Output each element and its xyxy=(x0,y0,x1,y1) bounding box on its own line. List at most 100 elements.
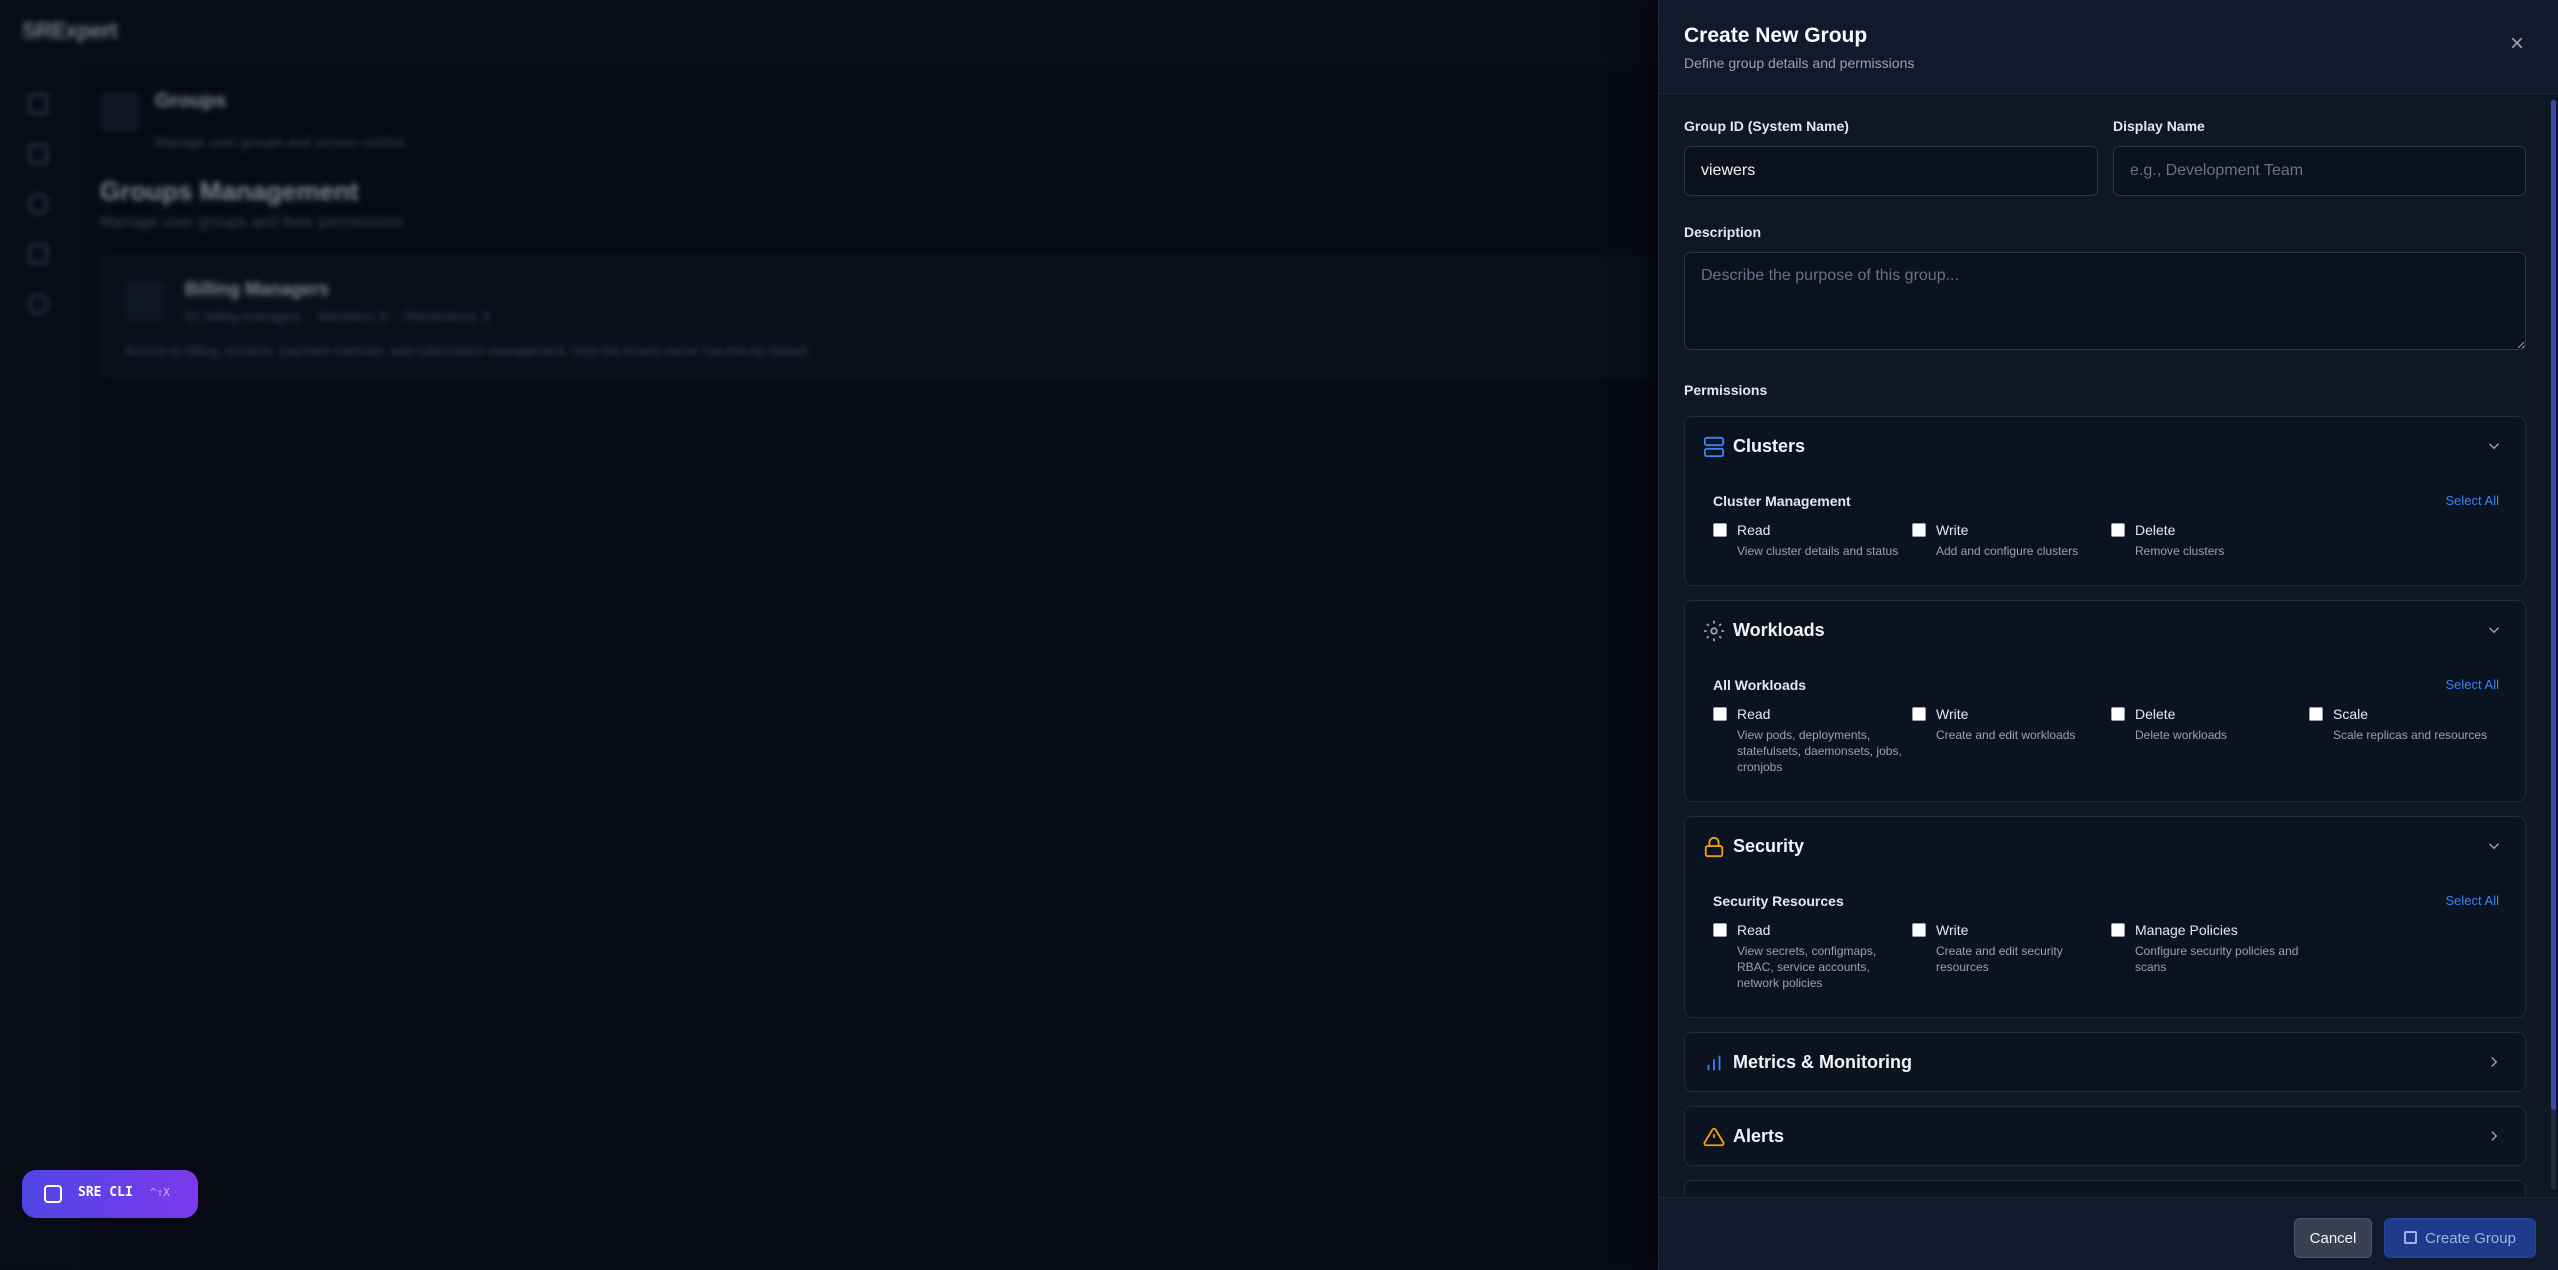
checkbox[interactable] xyxy=(2111,523,2125,537)
page-header: Groups Manage user groups and access con… xyxy=(100,82,1640,150)
clusters-select-all[interactable]: Select All xyxy=(2446,493,2499,508)
permission-section-alerts: Alerts xyxy=(1684,1106,2526,1166)
display-name-label: Display Name xyxy=(2113,118,2205,134)
group-card[interactable]: Billing Managers ID: billing-managers Me… xyxy=(100,256,1680,378)
drawer-footer: Cancel Create Group xyxy=(1659,1197,2558,1270)
chevron-right-icon[interactable] xyxy=(2485,1053,2503,1071)
cancel-button[interactable]: Cancel xyxy=(2294,1218,2372,1258)
bar-chart-icon xyxy=(1707,1055,1721,1071)
workloads-title: Workloads xyxy=(1733,620,1825,640)
description-textarea[interactable] xyxy=(1684,252,2526,350)
section-subtitle: Manage user groups and their permissions xyxy=(100,214,404,231)
checkbox[interactable] xyxy=(1713,923,1727,937)
metrics-section-header[interactable]: Metrics & Monitoring xyxy=(1685,1033,2525,1093)
gear-icon[interactable] xyxy=(28,294,48,314)
perm-name: Read xyxy=(1737,922,1771,938)
permission-section-workloads: Workloads All Workloads Select All Read … xyxy=(1684,600,2526,802)
workloads-section-header[interactable]: Workloads xyxy=(1685,601,2525,661)
perm-desc: Create and edit security resources xyxy=(1936,944,2063,974)
clusters-title: Clusters xyxy=(1733,436,1806,456)
permission-section-security: Security Security Resources Select All R… xyxy=(1684,816,2526,1018)
perm-name: Manage Policies xyxy=(2135,922,2238,938)
perm-name: Scale xyxy=(2333,706,2369,722)
lock-icon xyxy=(1704,836,1724,858)
permission-section-next xyxy=(1684,1180,2526,1197)
alerts-section-header[interactable]: Alerts xyxy=(1685,1107,2525,1167)
server-icon xyxy=(1703,436,1725,458)
drawer-scrollbar[interactable] xyxy=(2551,100,2556,1190)
perm-name: Write xyxy=(1936,706,1969,722)
dashboard-icon[interactable] xyxy=(28,94,48,114)
security-subtitle: Security Resources xyxy=(1713,893,1844,909)
workloads-subtitle: All Workloads xyxy=(1713,677,1807,693)
scroll-thumb[interactable] xyxy=(2551,100,2556,1110)
cpu-icon xyxy=(1703,620,1725,642)
checkbox[interactable] xyxy=(1713,707,1727,721)
main-content: Groups Manage user groups and access con… xyxy=(78,64,1680,1270)
chevron-down-icon[interactable] xyxy=(2485,837,2503,855)
perm-desc: View cluster details and status xyxy=(1737,544,1899,558)
group-id-label: Group ID (System Name) xyxy=(1684,118,1849,134)
group-meta: ID: billing-managers Members: 0 Permissi… xyxy=(185,309,504,324)
perm-desc: Add and configure clusters xyxy=(1936,544,2079,558)
group-id: ID: billing-managers xyxy=(185,309,301,324)
checkbox[interactable] xyxy=(2309,707,2323,721)
perm-desc: Configure security policies and scans xyxy=(2135,944,2299,974)
checkbox[interactable] xyxy=(2111,707,2125,721)
metrics-title: Metrics & Monitoring xyxy=(1733,1052,1912,1072)
cli-shortcut: ^⇧X xyxy=(150,1186,170,1199)
clusters-subtitle: Cluster Management xyxy=(1713,493,1851,509)
perm-name: Delete xyxy=(2135,522,2176,538)
cli-label: SRE CLI xyxy=(78,1185,133,1200)
drawer-header: Create New Group Define group details an… xyxy=(1659,0,2558,94)
create-group-button[interactable]: Create Group xyxy=(2384,1218,2536,1258)
perm-desc: Delete workloads xyxy=(2135,728,2228,742)
perm-name: Read xyxy=(1737,522,1771,538)
permission-section-metrics: Metrics & Monitoring xyxy=(1684,1032,2526,1092)
chevron-right-icon[interactable] xyxy=(2485,1127,2503,1145)
drawer-body: Group ID (System Name) Display Name Desc… xyxy=(1659,94,2558,1197)
save-icon xyxy=(2404,1230,2418,1244)
security-select-all[interactable]: Select All xyxy=(2446,893,2499,908)
shield-icon[interactable] xyxy=(28,194,48,214)
activity-icon[interactable] xyxy=(28,244,48,264)
perm-name: Write xyxy=(1936,522,1969,538)
page-title: Groups xyxy=(155,90,227,112)
create-group-label: Create Group xyxy=(2425,1229,2516,1247)
drawer-title: Create New Group xyxy=(1684,24,1868,47)
sidebar: › xyxy=(0,64,78,1270)
perm-desc: View secrets, configmaps, RBAC, service … xyxy=(1737,944,1877,990)
checkbox[interactable] xyxy=(1912,523,1926,537)
users-icon xyxy=(125,281,165,321)
checkbox[interactable] xyxy=(2111,923,2125,937)
perm-desc: Scale replicas and resources xyxy=(2333,728,2488,742)
page-subtitle: Manage user groups and access control xyxy=(155,134,405,150)
group-permissions: Permissions: 3 xyxy=(404,309,490,324)
sre-cli-button[interactable]: SRE CLI ^⇧X xyxy=(22,1170,198,1218)
group-id-input[interactable] xyxy=(1684,146,2098,196)
chevron-down-icon[interactable] xyxy=(2485,437,2503,455)
perm-name: Delete xyxy=(2135,706,2176,722)
create-group-drawer: Create New Group Define group details an… xyxy=(1658,0,2558,1270)
group-name: Billing Managers xyxy=(185,279,330,299)
warning-icon xyxy=(1703,1127,1725,1147)
app-logo[interactable]: SRExpert xyxy=(22,18,118,44)
clusters-section-header[interactable]: Clusters xyxy=(1685,417,2525,477)
users-icon xyxy=(100,92,140,132)
checkbox[interactable] xyxy=(1713,523,1727,537)
security-section-header[interactable]: Security xyxy=(1685,817,2525,877)
workloads-select-all[interactable]: Select All xyxy=(2446,677,2499,692)
drawer-subtitle: Define group details and permissions xyxy=(1684,55,1915,71)
checkbox[interactable] xyxy=(1912,923,1926,937)
perm-name: Read xyxy=(1737,706,1771,722)
checkbox[interactable] xyxy=(1912,707,1926,721)
chevron-down-icon[interactable] xyxy=(2485,621,2503,639)
description-label: Description xyxy=(1684,224,1762,240)
server-icon[interactable] xyxy=(28,144,48,164)
permissions-label: Permissions xyxy=(1684,382,1768,398)
perm-name: Write xyxy=(1936,922,1969,938)
display-name-input[interactable] xyxy=(2113,146,2526,196)
perm-desc: Remove clusters xyxy=(2135,544,2225,558)
group-description: Access to billing, invoices, payment met… xyxy=(125,343,811,358)
close-icon[interactable]: × xyxy=(2505,32,2529,56)
